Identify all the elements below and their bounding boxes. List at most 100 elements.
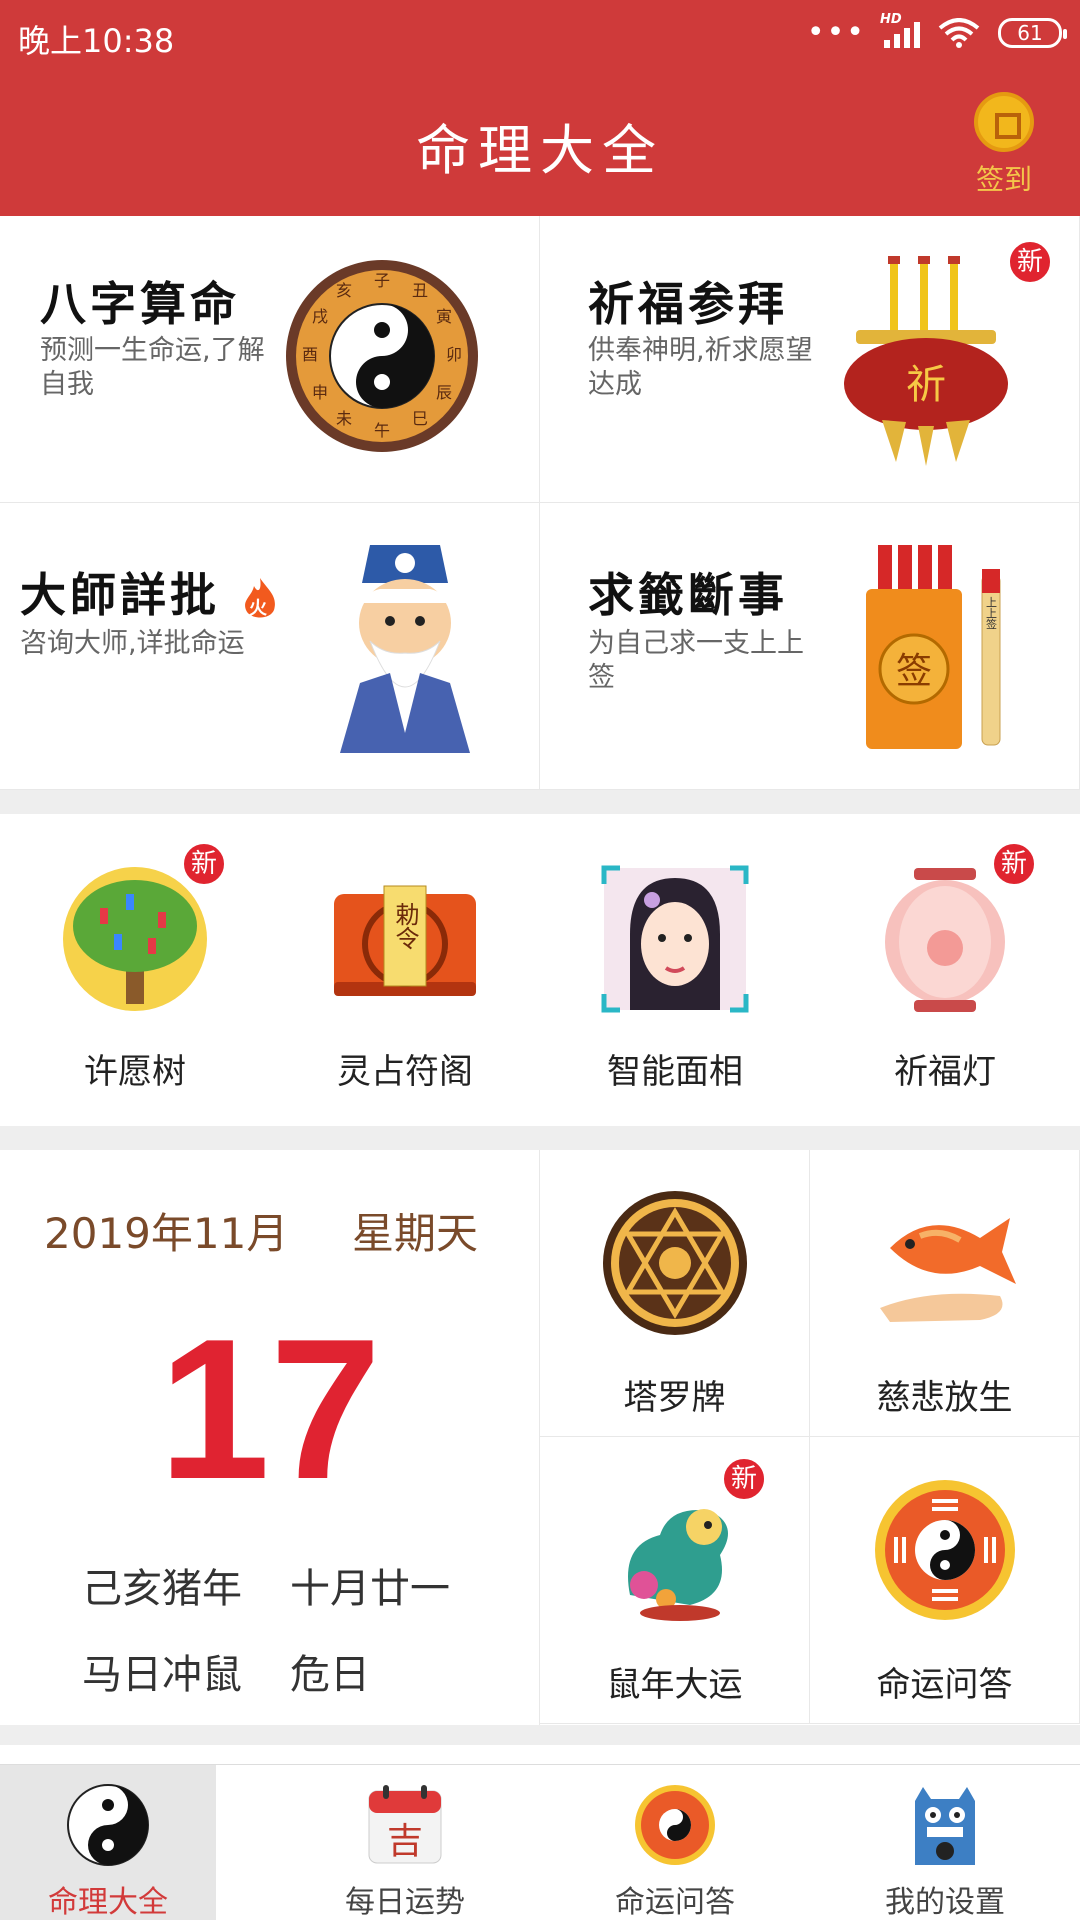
fire-char: 火 [249, 598, 271, 619]
tool-label: 许愿树 [84, 1052, 186, 1092]
feature-title-text: 大師詳批 [20, 568, 220, 622]
tab-label: 命运问答 [615, 1885, 735, 1920]
tab-fortune-qa[interactable]: 命运问答 [540, 1765, 810, 1920]
tool-label: 慈悲放生 [876, 1378, 1013, 1418]
section-divider [0, 1126, 1080, 1150]
page-title: 命理大全 [416, 119, 664, 182]
more-dots-icon: ••• [806, 15, 866, 50]
tool-fortune-qa[interactable]: 命运问答 [810, 1437, 1080, 1724]
feature-title: 八字算命 [40, 277, 240, 331]
section-divider [0, 1725, 1080, 1745]
tarot-icon [603, 1191, 747, 1335]
tab-label: 命理大全 [48, 1885, 168, 1920]
monster-icon [915, 1787, 975, 1865]
calendar-month: 2019年11月 [44, 1209, 289, 1258]
tool-face-reading[interactable]: 智能面相 [540, 814, 810, 1126]
quick-tools-row: 新 许愿树 勅令 灵占符阁 智能面相 新 祈福灯 [0, 814, 1080, 1126]
tab-fortune-home[interactable]: 命理大全 [0, 1765, 216, 1920]
battery-icon: 61 [998, 18, 1067, 48]
censer-char: 祈 [906, 362, 946, 408]
tool-talisman[interactable]: 勅令 灵占符阁 [270, 814, 540, 1126]
fire-icon: 火 [240, 576, 280, 622]
tool-rat-year[interactable]: 新 鼠年大运 [540, 1437, 810, 1724]
fish-release-icon [880, 1218, 1016, 1322]
bagua-char: 酉 [302, 345, 318, 364]
new-badge: 新 [182, 842, 226, 886]
incense-burner-icon: 祈 [844, 256, 1008, 466]
feature-desc: 供奉神明,祈求愿望达成 [588, 335, 813, 400]
status-time: 晚上10:38 [18, 22, 175, 60]
bagua-wheel-icon: 子 丑 寅 卯 辰 巳 午 未 申 酉 戌 亥 [286, 260, 478, 452]
tool-label: 塔罗牌 [623, 1378, 726, 1418]
bagua-char: 未 [336, 409, 352, 428]
feature-title: 大師詳批 火 [20, 559, 280, 625]
tool-label: 智能面相 [607, 1052, 743, 1092]
checkin-button[interactable]: 签到 [964, 92, 1044, 198]
section-divider [0, 790, 1080, 814]
lot-tube-char: 签 [896, 651, 932, 692]
bagua-char: 子 [374, 271, 390, 290]
new-badge: 新 [992, 842, 1036, 886]
tool-label: 灵占符阁 [337, 1052, 473, 1092]
feature-desc: 预测一生命运,了解自我 [40, 335, 265, 400]
cell-signal-icon: HD [880, 12, 920, 48]
status-icons: ••• HD 61 [806, 12, 1067, 50]
tool-wish-tree[interactable]: 新 许愿树 [0, 814, 270, 1126]
bagua-char: 寅 [436, 307, 452, 326]
feature-title: 祈福参拜 [588, 277, 788, 331]
tab-label: 每日运势 [345, 1885, 465, 1920]
tool-tarot[interactable]: 塔罗牌 [540, 1150, 810, 1437]
day-type: 危日 [290, 1652, 370, 1698]
calendar-panel[interactable]: 2019年11月 星期天 17 己亥猪年 十月廿一 马日冲鼠 危日 [0, 1150, 540, 1725]
bagua-char: 辰 [436, 383, 452, 402]
tab-my-settings[interactable]: 我的设置 [810, 1765, 1080, 1920]
app-header: 命理大全 签到 [0, 76, 1080, 216]
tab-label: 我的设置 [885, 1885, 1005, 1920]
tool-label: 命运问答 [876, 1665, 1013, 1705]
feature-desc: 为自己求一支上上签 [588, 628, 804, 693]
calendar-char: 吉 [387, 1821, 423, 1862]
face-reading-icon [601, 865, 749, 1013]
bottom-tab-bar: 命理大全 吉 每日运势 命运问答 我的设置 [0, 1764, 1080, 1920]
calendar-icon: 吉 [368, 1785, 442, 1864]
lot-tube-icon: 签 上上签 [866, 545, 1001, 749]
coin-icon [974, 92, 1034, 152]
yin-yang-icon [67, 1784, 149, 1866]
rat-year-icon [628, 1509, 728, 1621]
lunar-date: 十月廿一 [290, 1566, 450, 1612]
lunar-year: 己亥猪年 [82, 1566, 242, 1612]
bagua-char: 丑 [412, 281, 428, 300]
tool-label: 鼠年大运 [606, 1665, 743, 1705]
calendar-weekday: 星期天 [352, 1209, 479, 1258]
feature-desc: 咨询大师,详批命运 [20, 628, 245, 659]
bagua-char: 巳 [412, 409, 428, 428]
bagua-char: 申 [312, 383, 328, 402]
master-avatar-icon [340, 545, 470, 753]
feature-prayer[interactable]: 祈福参拜 供奉神明,祈求愿望达成 祈 新 [540, 216, 1080, 503]
talisman-icon: 勅令 [334, 885, 476, 996]
tab-daily-fortune[interactable]: 吉 每日运势 [270, 1765, 540, 1920]
bagua-char: 卯 [446, 345, 462, 364]
new-badge: 新 [1008, 240, 1052, 284]
tool-lantern[interactable]: 新 祈福灯 [810, 814, 1080, 1126]
bagua-icon [875, 1480, 1015, 1620]
network-type: HD [880, 12, 902, 27]
tool-fish-release[interactable]: 慈悲放生 [810, 1150, 1080, 1437]
wifi-icon [938, 18, 980, 48]
feature-title: 求籤斷事 [588, 568, 788, 622]
lot-stick-text: 上上签 [985, 596, 998, 629]
tool-label: 祈福灯 [894, 1052, 996, 1092]
checkin-label: 签到 [975, 163, 1032, 196]
next-section-edge [0, 1745, 1080, 1764]
new-badge: 新 [722, 1457, 766, 1501]
wish-tree-icon [63, 867, 207, 1011]
feature-grid: 八字算命 预测一生命运,了解自我 子 丑 寅 卯 辰 巳 午 未 申 酉 戌 亥 [0, 216, 1080, 790]
talisman-text: 勅令 [391, 902, 419, 950]
bagua-char: 戌 [312, 307, 328, 326]
bagua-icon [635, 1785, 715, 1865]
feature-master[interactable]: 大師詳批 火 咨询大师,详批命运 [0, 503, 540, 790]
lantern-icon [885, 868, 1005, 1012]
feature-lots[interactable]: 求籤斷事 为自己求一支上上签 签 上上签 [540, 503, 1080, 790]
status-bar: 晚上10:38 ••• HD 61 [0, 0, 1080, 76]
feature-bazi[interactable]: 八字算命 预测一生命运,了解自我 子 丑 寅 卯 辰 巳 午 未 申 酉 戌 亥 [0, 216, 540, 503]
